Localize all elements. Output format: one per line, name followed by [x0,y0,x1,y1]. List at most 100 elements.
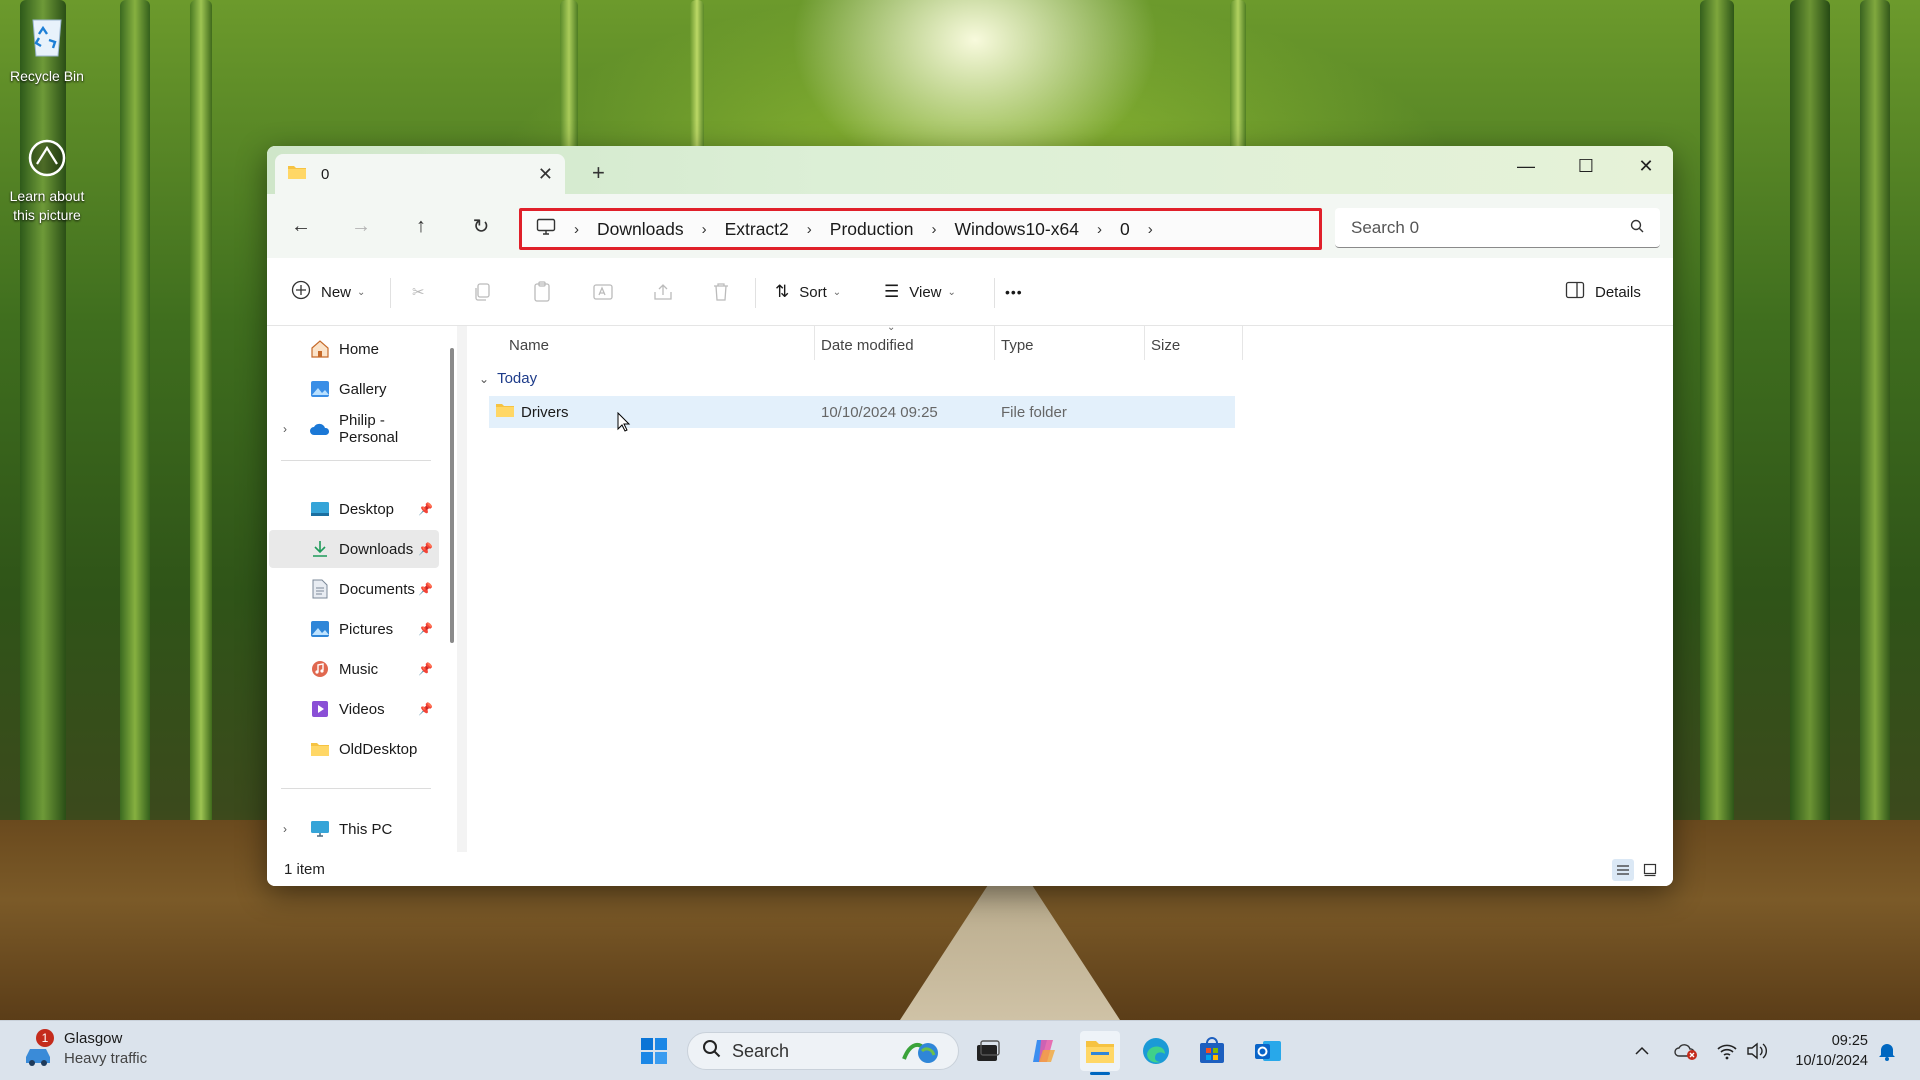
details-pane-button[interactable]: Details [1565,258,1641,326]
wifi-icon[interactable] [1712,1031,1742,1071]
edge-icon[interactable] [1136,1031,1176,1071]
delete-icon[interactable] [712,258,730,326]
search-icon[interactable] [1630,219,1644,237]
chevron-right-icon[interactable]: › [574,221,579,238]
chevron-right-icon[interactable]: › [283,822,287,836]
back-arrow-icon[interactable]: ← [285,210,317,242]
sort-button[interactable]: ⇅ Sort ⌄ [775,258,841,326]
desktop-icon-recycle-bin[interactable]: Recycle Bin [4,12,90,86]
refresh-icon[interactable]: ↻ [465,210,497,242]
sort-chevron-icon: ⌄ [887,322,896,333]
folder-icon [495,402,515,422]
sidebar-item-olddesktop[interactable]: OldDesktop [269,730,439,768]
task-view-icon[interactable] [968,1031,1008,1071]
new-tab-button[interactable]: + [592,160,605,186]
column-header-type[interactable]: Type [1001,326,1034,364]
table-row[interactable]: Drivers 10/10/2024 09:25 File folder [489,396,1235,428]
search-icon [702,1039,722,1064]
pin-icon[interactable]: 📌 [418,662,433,676]
file-explorer-window: 0 ✕ + — ☐ ✕ ← → ↑ ↻ › Downloads › Extrac… [267,146,1673,886]
traffic-car-icon: 1 [22,1029,56,1069]
rename-icon[interactable] [592,258,614,326]
cut-icon[interactable]: ✂ [412,258,425,326]
sidebar-item-label: Desktop [339,500,395,518]
file-explorer-taskbar-icon[interactable] [1080,1031,1120,1075]
monitor-icon[interactable] [536,218,556,241]
column-header-date-modified[interactable]: Date modified [821,326,914,364]
pane-splitter[interactable] [457,326,467,852]
copilot-icon[interactable] [1024,1031,1064,1071]
forward-arrow-icon[interactable]: → [345,210,377,242]
details-view-icon[interactable] [1612,859,1634,881]
chevron-right-icon[interactable]: › [283,422,287,436]
column-header-size[interactable]: Size [1151,326,1180,364]
tab-close-icon[interactable]: ✕ [538,164,553,185]
sidebar-item-label: Documents [339,580,415,598]
this-pc-icon [309,819,331,839]
chevron-right-icon[interactable]: › [1148,221,1153,238]
sidebar-item-downloads[interactable]: Downloads 📌 [269,530,439,568]
minimize-button[interactable]: — [1497,146,1555,186]
sidebar-item-onedrive[interactable]: › Philip - Personal [269,410,439,448]
new-button[interactable]: New ⌄ [291,258,365,326]
share-icon[interactable] [652,258,674,326]
row-name: Drivers [521,403,569,421]
weather-widget[interactable]: 1 Glasgow Heavy traffic [22,1029,147,1069]
sidebar-item-gallery[interactable]: Gallery [269,370,439,408]
large-icons-view-icon[interactable] [1639,859,1661,881]
pin-icon[interactable]: 📌 [418,542,433,556]
group-label: Today [497,370,538,387]
sidebar-item-desktop[interactable]: Desktop 📌 [269,490,439,528]
chevron-right-icon[interactable]: › [1097,221,1102,238]
up-arrow-icon[interactable]: ↑ [405,210,437,242]
volume-icon[interactable] [1742,1031,1772,1071]
address-bar[interactable]: › Downloads › Extract2 › Production › Wi… [519,208,1322,250]
chevron-right-icon[interactable]: › [931,221,936,238]
breadcrumb-production[interactable]: Production [830,219,914,240]
chevron-right-icon[interactable]: › [807,221,812,238]
breadcrumb-extract2[interactable]: Extract2 [725,219,789,240]
taskbar-search[interactable]: Search [687,1032,959,1070]
pin-icon[interactable]: 📌 [418,702,433,716]
sidebar-item-this-pc[interactable]: › This PC [269,810,439,848]
onedrive-error-icon[interactable] [1672,1031,1702,1071]
close-button[interactable]: ✕ [1617,146,1673,186]
maximize-button[interactable]: ☐ [1557,146,1615,186]
breadcrumb-downloads[interactable]: Downloads [597,219,684,240]
paste-icon[interactable] [532,258,552,326]
pin-icon[interactable]: 📌 [418,582,433,596]
chevron-up-icon[interactable] [1628,1031,1656,1071]
pin-icon[interactable]: 📌 [418,622,433,636]
sidebar-item-pictures[interactable]: Pictures 📌 [269,610,439,648]
start-windows-icon[interactable] [634,1031,674,1071]
desktop-icon-learn-about-picture[interactable]: Learn about this picture [4,138,90,225]
sidebar-item-music[interactable]: Music 📌 [269,650,439,688]
more-options-button[interactable]: ••• [1005,258,1023,326]
sidebar-item-videos[interactable]: Videos 📌 [269,690,439,728]
group-header-today[interactable]: ⌄ Today [479,370,537,387]
chevron-right-icon[interactable]: › [702,221,707,238]
pin-icon[interactable]: 📌 [418,502,433,516]
search-box[interactable]: Search 0 [1335,208,1660,248]
view-button[interactable]: ☰ View ⌄ [884,258,956,326]
item-count: 1 item [284,860,325,878]
breadcrumb-0[interactable]: 0 [1120,219,1130,240]
sidebar-item-label: Gallery [339,380,387,398]
recycle-bin-label: Recycle Bin [10,68,84,84]
recycle-bin-icon [4,12,90,63]
tab-0[interactable]: 0 ✕ [275,154,565,194]
outlook-icon[interactable] [1248,1031,1288,1071]
microsoft-store-icon[interactable] [1192,1031,1232,1071]
taskbar-search-label: Search [732,1040,790,1061]
column-header-name[interactable]: Name [509,326,549,364]
notification-bell-icon[interactable] [1872,1031,1902,1071]
breadcrumb-windows10-x64[interactable]: Windows10-x64 [954,219,1079,240]
copy-icon[interactable] [472,258,492,326]
folder-icon [287,164,307,184]
sidebar-scrollbar[interactable] [450,348,454,643]
clock[interactable]: 09:25 10/10/2024 [1780,1031,1868,1071]
view-button-label: View [909,283,942,301]
sidebar-item-documents[interactable]: Documents 📌 [269,570,439,608]
chevron-down-icon: ⌄ [832,286,842,298]
sidebar-item-home[interactable]: Home [269,330,439,368]
